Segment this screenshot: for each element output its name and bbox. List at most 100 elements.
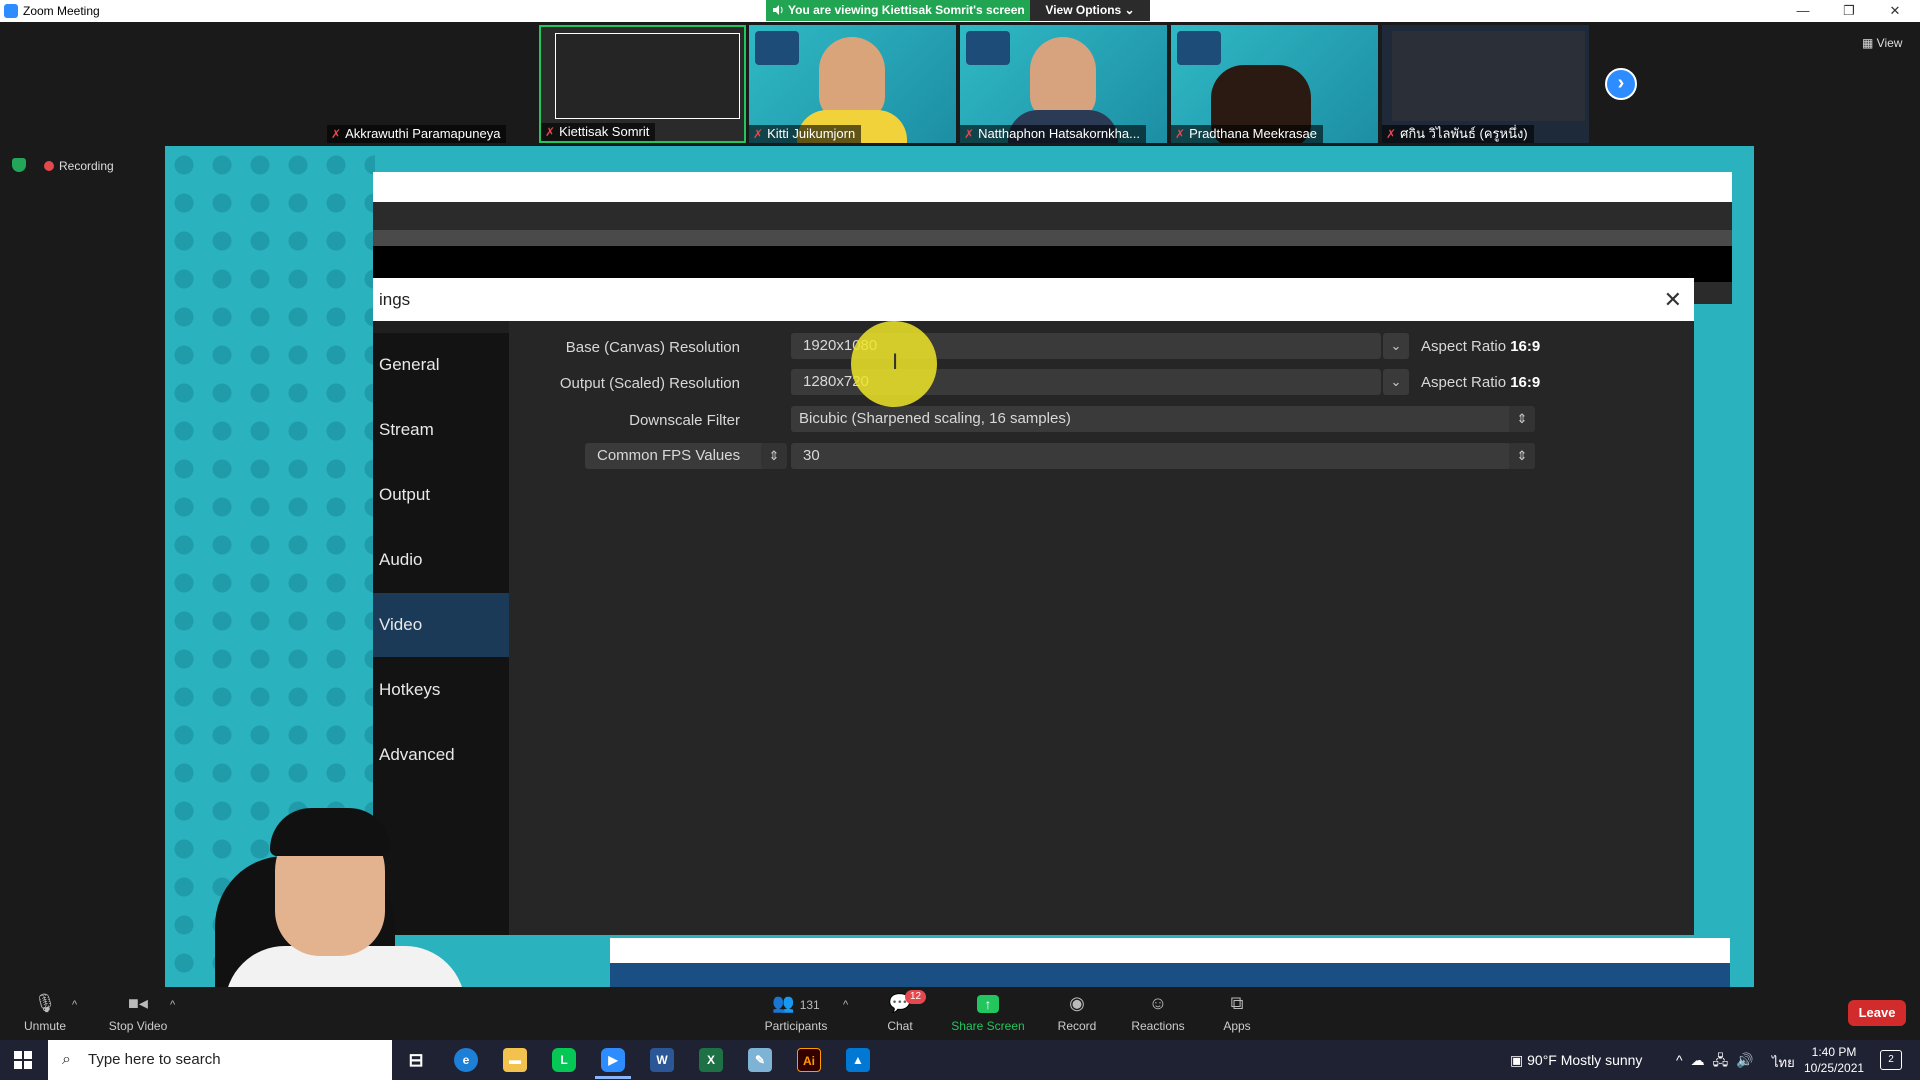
participant-name: ✗ Pradthana Meekrasae	[1171, 125, 1323, 143]
participant-name: ✗ Kiettisak Somrit	[541, 123, 656, 141]
event-logo	[966, 31, 1010, 65]
nav-video[interactable]: Video	[373, 593, 509, 657]
security-shield-icon[interactable]	[12, 158, 26, 172]
window-title-bar: Zoom Meeting You are viewing Kiettisak S…	[0, 0, 1920, 22]
chevron-down-icon[interactable]: ⌄	[1383, 369, 1409, 395]
participant-thumbnail[interactable]: ✗ Kiettisak Somrit	[539, 25, 746, 143]
active-app-indicator	[595, 1076, 631, 1079]
reactions-button[interactable]: ☺ Reactions	[1128, 993, 1188, 1033]
settings-dialog-title-bar: ings ✕	[373, 278, 1694, 321]
nav-audio[interactable]: Audio	[373, 528, 509, 592]
nav-advanced[interactable]: Advanced	[373, 723, 509, 787]
participants-icon: 👥 131	[772, 993, 820, 1013]
next-participants-button[interactable]: ›	[1605, 68, 1637, 100]
participant-name: ✗ Natthaphon Hatsakornkha...	[960, 125, 1146, 143]
record-icon: ◉	[1069, 993, 1085, 1013]
audio-options-caret-icon[interactable]: ^	[72, 999, 77, 1011]
recording-indicator[interactable]: Recording	[44, 159, 114, 173]
input-language[interactable]: ไทย	[1772, 1052, 1795, 1073]
muted-mic-icon: ✗	[753, 127, 764, 141]
downscale-filter-label: Downscale Filter	[629, 412, 740, 429]
viewing-banner-text: You are viewing Kiettisak Somrit's scree…	[788, 3, 1025, 17]
apps-icon: ⧉	[1230, 993, 1244, 1013]
output-aspect-ratio: Aspect Ratio 16:9	[1421, 374, 1541, 391]
fps-type-select[interactable]: Common FPS Values	[585, 443, 765, 469]
participants-button[interactable]: 👥 131 Participants	[756, 993, 836, 1033]
settings-dialog-title: ings	[379, 290, 411, 309]
close-window-button[interactable]: ✕	[1880, 2, 1910, 20]
text-cursor-icon: I	[892, 349, 899, 374]
reactions-icon: ☺	[1148, 993, 1168, 1013]
leave-button[interactable]: Leave	[1848, 1000, 1906, 1026]
weather-widget[interactable]: ▣ 90°F Mostly sunny	[1510, 1052, 1642, 1069]
participant-thumbnail[interactable]: ✗ Kitti Juikumjorn	[749, 25, 956, 143]
event-logo	[755, 31, 799, 65]
notification-center-icon[interactable]: 2	[1880, 1050, 1902, 1070]
chat-unread-badge: 12	[905, 990, 927, 1004]
zoom-app-icon	[4, 4, 18, 18]
view-button[interactable]: ▦ View	[1862, 36, 1902, 50]
participant-face	[1030, 37, 1096, 119]
nav-hotkeys[interactable]: Hotkeys	[373, 658, 509, 722]
participant-thumbnail[interactable]: ✗ Natthaphon Hatsakornkha...	[960, 25, 1167, 143]
photos-icon[interactable]: ▲	[846, 1048, 870, 1072]
zoom-app-taskbar-icon[interactable]: ▶	[601, 1048, 625, 1072]
obs-preview-area	[373, 246, 1732, 282]
participant-name: ✗ ศกิน วิไลพันธ์ (ครูหนึ่ง)	[1382, 125, 1534, 143]
participant-thumbnail[interactable]: ✗ ศกิน วิไลพันธ์ (ครูหนึ่ง)	[1382, 25, 1589, 143]
chevron-down-icon[interactable]: ⌄	[1383, 333, 1409, 359]
window-title: Zoom Meeting	[23, 4, 100, 18]
obs-window-top	[373, 172, 1732, 202]
spinner-icon[interactable]: ⇕	[1509, 406, 1535, 432]
spinner-icon[interactable]: ⇕	[761, 443, 787, 469]
participant-thumbnail[interactable]: ✗ Pradthana Meekrasae	[1171, 25, 1378, 143]
illustrator-icon[interactable]: Ai	[797, 1048, 821, 1072]
muted-mic-icon: ✗	[1386, 127, 1397, 141]
muted-mic-icon: 🎙	[33, 993, 57, 1013]
taskbar-search-box[interactable]: ⌕ Type here to search	[48, 1040, 392, 1080]
notepad-icon[interactable]: ✎	[748, 1048, 772, 1072]
shared-screen-view: ings ✕ General Stream Output Audio Video…	[165, 146, 1754, 987]
apps-button[interactable]: ⧉ Apps	[1220, 993, 1254, 1033]
view-options-button[interactable]: View Options ⌄	[1030, 0, 1150, 21]
participant-name: ✗ Kitti Juikumjorn	[749, 125, 862, 143]
viewing-screen-banner: You are viewing Kiettisak Somrit's scree…	[766, 0, 1030, 21]
spinner-icon[interactable]: ⇕	[1509, 443, 1535, 469]
record-button[interactable]: ◉ Record	[1055, 993, 1099, 1033]
word-icon[interactable]: W	[650, 1048, 674, 1072]
task-view-icon[interactable]: ⊟	[404, 1048, 428, 1072]
video-settings-panel: Base (Canvas) Resolution 1920x1080 ⌄ Asp…	[509, 321, 1694, 935]
video-thumbnail-strip: ✗ Akkrawuthi Paramapuneya ✗ Kiettisak Somr…	[0, 22, 1920, 145]
nav-general[interactable]: General	[373, 333, 509, 397]
recording-dot-icon	[44, 161, 54, 171]
base-aspect-ratio: Aspect Ratio 16:9	[1421, 338, 1541, 355]
minimize-button[interactable]: —	[1788, 2, 1818, 20]
nav-output[interactable]: Output	[373, 463, 509, 527]
fps-value-select[interactable]: 30	[791, 443, 1511, 469]
event-logo	[1177, 31, 1221, 65]
participant-thumbnail[interactable]: ✗ Akkrawuthi Paramapuneya	[327, 25, 534, 143]
stop-video-button[interactable]: ■◂ Stop Video	[100, 993, 176, 1033]
system-tray-icons[interactable]: ^☁🖧🔊	[1676, 1050, 1762, 1074]
muted-mic-icon: ✗	[545, 125, 556, 139]
participants-caret-icon[interactable]: ^	[843, 999, 848, 1011]
windows-start-icon[interactable]	[14, 1051, 32, 1069]
presenter-video	[185, 796, 465, 987]
search-placeholder: Type here to search	[88, 1051, 221, 1068]
share-screen-button[interactable]: ↑ Share Screen	[948, 993, 1028, 1033]
excel-icon[interactable]: X	[699, 1048, 723, 1072]
line-app-icon[interactable]: L	[552, 1048, 576, 1072]
muted-mic-icon: ✗	[964, 127, 975, 141]
downscale-filter-select[interactable]: Bicubic (Sharpened scaling, 16 samples)	[791, 406, 1511, 432]
unmute-button[interactable]: 🎙 Unmute	[20, 993, 70, 1033]
settings-dialog-body: General Stream Output Audio Video Hotkey…	[373, 321, 1694, 935]
video-options-caret-icon[interactable]: ^	[170, 999, 175, 1011]
dialog-close-icon[interactable]: ✕	[1664, 278, 1682, 321]
taskbar-clock[interactable]: 1:40 PM 10/25/2021	[1804, 1044, 1864, 1076]
file-explorer-icon[interactable]: ▬	[503, 1048, 527, 1072]
edge-browser-icon[interactable]: e	[454, 1048, 478, 1072]
shared-screen-preview	[1392, 31, 1585, 121]
nav-stream[interactable]: Stream	[373, 398, 509, 462]
restore-button[interactable]: ❐	[1834, 2, 1864, 20]
muted-mic-icon: ✗	[331, 127, 342, 141]
